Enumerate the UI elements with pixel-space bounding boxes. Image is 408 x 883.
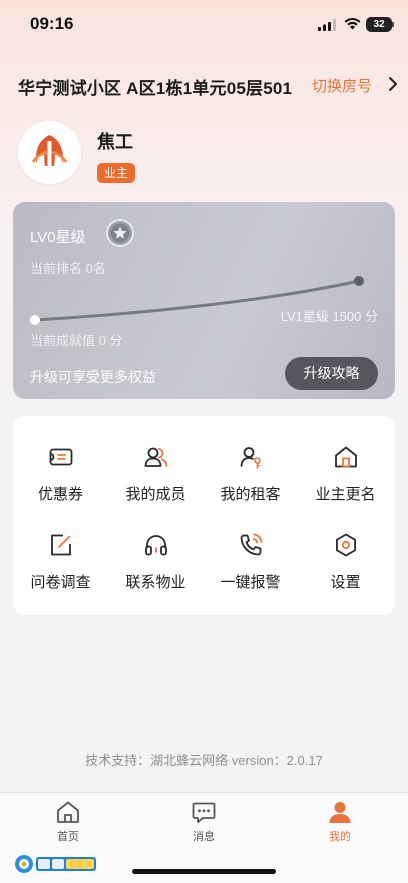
- tab-home[interactable]: 首页: [28, 799, 108, 844]
- headset-icon: [144, 535, 167, 556]
- coupon-icon: [49, 448, 72, 466]
- service-label: 我的租客: [220, 486, 281, 503]
- address-text: 华宁测试小区 A区1栋1单元05层501: [18, 79, 293, 98]
- tab-messages[interactable]: 消息: [164, 799, 244, 844]
- service-members[interactable]: 我的成员: [108, 443, 203, 513]
- service-label: 问卷调查: [30, 574, 91, 591]
- logo-icon: [18, 121, 81, 184]
- settings-icon: [335, 533, 356, 557]
- wifi-icon: [344, 17, 361, 30]
- tech-support-text: 技术支持：湖北蜂云网络 version：2.0.17: [85, 753, 323, 768]
- service-contact[interactable]: 联系物业: [108, 531, 203, 601]
- service-settings[interactable]: 设置: [298, 531, 393, 601]
- star-badge-icon: [106, 219, 134, 247]
- profile-icon: [329, 802, 351, 823]
- signal-icon: [318, 19, 336, 31]
- house-icon: [334, 446, 357, 468]
- service-label: 设置: [330, 574, 361, 591]
- service-label: 业主更名: [315, 486, 376, 503]
- survey-icon: [50, 534, 71, 556]
- alarm-phone-icon: [240, 533, 262, 556]
- role-badge: 业主: [97, 163, 135, 183]
- upgrade-guide-button[interactable]: 升级攻略: [285, 357, 378, 390]
- service-coupon[interactable]: 优惠券: [13, 443, 108, 513]
- tab-mine[interactable]: 我的: [300, 799, 380, 844]
- home-icon: [57, 801, 79, 823]
- service-label: 优惠券: [37, 486, 83, 503]
- service-survey[interactable]: 问卷调查: [13, 531, 108, 601]
- battery-tip: [392, 22, 394, 27]
- battery-icon: 32: [366, 17, 392, 32]
- message-icon: [192, 802, 216, 823]
- user-name: 焦工: [97, 132, 133, 152]
- members-icon: [144, 447, 167, 467]
- switch-room-link[interactable]: 切换房号: [312, 75, 372, 96]
- service-label: 联系物业: [125, 574, 186, 591]
- address-row[interactable]: 华宁测试小区 A区1栋1单元05层501 切换房号: [18, 72, 400, 100]
- next-level-text: LV1星级 1500 分: [280, 309, 378, 324]
- tab-label: 首页: [57, 831, 79, 843]
- watermark-logo: [15, 855, 96, 873]
- service-rename[interactable]: 业主更名: [298, 443, 393, 513]
- chevron-right-icon[interactable]: [388, 76, 398, 92]
- tenant-icon: [240, 447, 261, 469]
- service-label: 一键报警: [220, 574, 281, 591]
- avatar[interactable]: [18, 121, 81, 184]
- level-card[interactable]: LV0星级 当前排名 0名 LV1星级 1500 分 当前成就值 0 分 升级可…: [13, 202, 395, 399]
- service-label: 我的成员: [125, 486, 186, 503]
- service-alarm[interactable]: 一键报警: [203, 531, 298, 601]
- tab-label: 消息: [193, 831, 215, 843]
- status-time: 09:16: [30, 14, 74, 33]
- upgrade-description: 升级可享受更多权益: [30, 369, 156, 385]
- level-title: LV0星级: [30, 229, 86, 246]
- service-tenants[interactable]: 我的租客: [203, 443, 298, 513]
- tab-label: 我的: [329, 831, 351, 843]
- status-bar: 09:16 32: [0, 0, 408, 50]
- points-text: 当前成就值 0 分: [30, 333, 123, 348]
- home-indicator: [132, 869, 276, 874]
- services-grid: 优惠券 我的成员 我的租客 业主更名 问卷调查 联系物业 一键报警 设置: [13, 416, 395, 615]
